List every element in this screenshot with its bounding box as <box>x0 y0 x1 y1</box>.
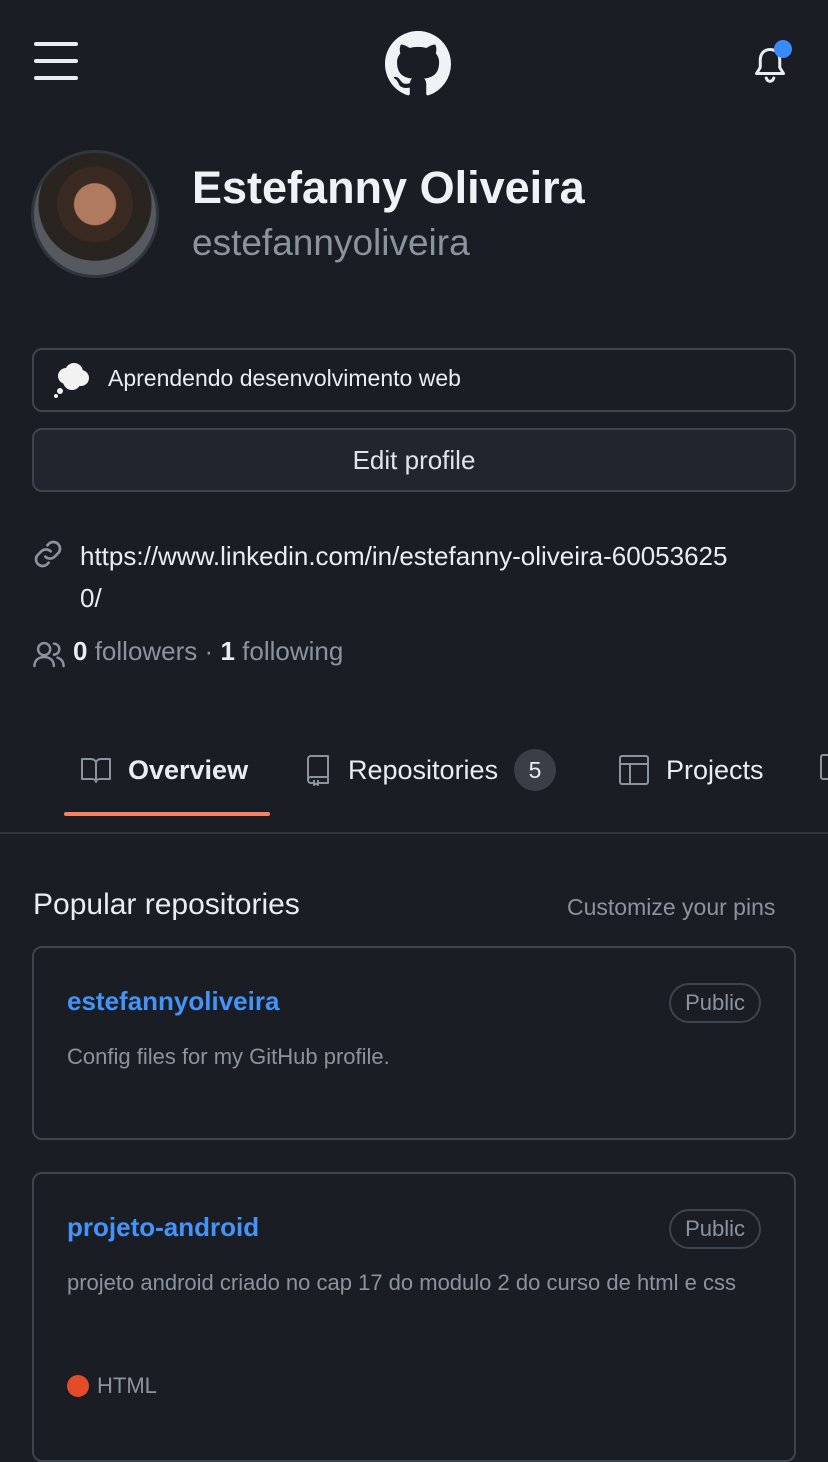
avatar[interactable] <box>31 150 159 278</box>
status-box[interactable]: Aprendendo desenvolvimento web <box>32 348 796 412</box>
customize-pins-link[interactable]: Customize your pins <box>567 894 775 921</box>
active-tab-indicator <box>64 812 270 816</box>
tab-projects[interactable]: Projects <box>618 748 764 792</box>
repositories-count-badge: 5 <box>514 749 557 791</box>
repo-description: projeto android criado no cap 17 do modu… <box>67 1270 736 1295</box>
table-icon <box>619 755 649 785</box>
repo-language: HTML <box>97 1373 157 1398</box>
repo-icon <box>307 755 329 786</box>
followers-label[interactable]: followers <box>95 636 198 666</box>
followers-count[interactable]: 0 <box>73 636 87 666</box>
thought-balloon-icon <box>54 363 89 398</box>
tabs-divider <box>0 832 828 834</box>
language-color-dot <box>67 1375 89 1397</box>
edit-profile-button[interactable]: Edit profile <box>32 428 796 492</box>
tab-repositories[interactable]: Repositories 5 <box>304 748 557 792</box>
following-count[interactable]: 1 <box>220 636 234 666</box>
people-icon <box>33 641 65 668</box>
hamburger-menu-icon[interactable] <box>34 42 78 80</box>
repo-card: estefannyoliveira Public Config files fo… <box>32 946 796 1140</box>
status-text: Aprendendo desenvolvimento web <box>108 365 461 391</box>
repo-name-link[interactable]: estefannyoliveira <box>67 986 279 1017</box>
tab-projects-label: Projects <box>666 754 764 785</box>
follow-separator: · <box>204 636 214 666</box>
display-name: Estefanny Oliveira <box>192 162 585 213</box>
github-octocat-icon[interactable] <box>385 31 451 97</box>
profile-link[interactable]: https://www.linkedin.com/in/estefanny-ol… <box>80 535 740 619</box>
repo-name-link[interactable]: projeto-android <box>67 1212 259 1243</box>
notification-dot <box>774 40 792 58</box>
bell-icon[interactable] <box>752 40 794 86</box>
repo-card: projeto-android Public projeto android c… <box>32 1172 796 1462</box>
username: estefannyoliveira <box>192 222 470 263</box>
visibility-badge: Public <box>669 1209 761 1249</box>
tab-overview[interactable]: Overview <box>80 748 248 792</box>
book-icon <box>81 758 111 783</box>
tab-repositories-label: Repositories <box>348 754 499 785</box>
follow-stats: 0 followers · 1 following <box>73 636 343 667</box>
tab-overview-label: Overview <box>128 754 249 785</box>
following-label[interactable]: following <box>242 636 343 666</box>
repo-description: Config files for my GitHub profile. <box>67 1044 390 1069</box>
visibility-badge: Public <box>669 983 761 1023</box>
profile-tabs: Overview Repositories 5 Projects <box>0 728 828 832</box>
popular-repos-heading: Popular repositories <box>33 888 300 921</box>
package-icon[interactable] <box>820 754 828 780</box>
link-icon <box>34 540 62 568</box>
